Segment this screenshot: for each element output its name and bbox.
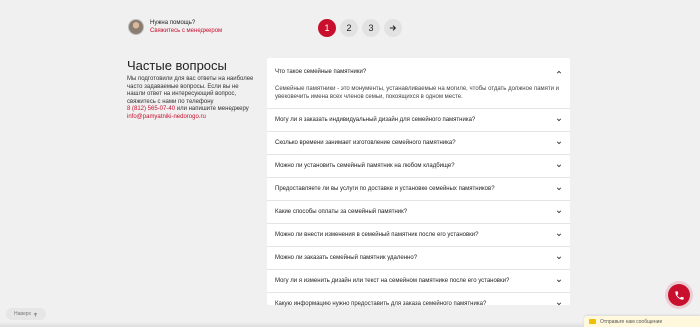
manager-avatar [128, 19, 144, 35]
chevron-down-icon [556, 302, 562, 306]
arrow-right-icon [389, 25, 397, 31]
faq-question-text: Можно ли установить семейный памятник на… [275, 163, 455, 169]
chevron-down-icon [556, 141, 562, 145]
help-text: Нужна помощь? Свяжитесь с менеджером [150, 19, 222, 35]
help-block: Нужна помощь? Свяжитесь с менеджером [128, 19, 222, 35]
phone-icon [674, 290, 684, 300]
email-link[interactable]: info@pamyatniki-nedorogo.ru [127, 114, 206, 120]
faq-item: Предоставляете ли вы услуги по доставке … [267, 178, 570, 201]
page-2-button[interactable]: 2 [340, 19, 358, 37]
faq-intro: Частые вопросы Мы подготовили для вас от… [127, 58, 257, 122]
faq-question-text: Могу ли я изменить дизайн или текст на с… [275, 278, 510, 284]
faq-question-text: Какую информацию нужно предоставить для … [275, 301, 487, 307]
chevron-down-icon [556, 233, 562, 237]
pagination: 1 2 3 [318, 19, 402, 37]
faq-or-text: или напишите менеджеру [175, 106, 249, 113]
faq-description: Мы подготовили для вас ответы на наиболе… [127, 76, 257, 122]
faq-item: Можно ли установить семейный памятник на… [267, 155, 570, 178]
faq-question[interactable]: Можно ли внести изменения в семейный пам… [275, 224, 562, 246]
back-to-top-label: Наверх [14, 311, 31, 317]
faq-question-text: Какие способы оплаты за семейный памятни… [275, 209, 408, 215]
faq-question[interactable]: Можно ли заказать семейный памятник удал… [275, 247, 562, 269]
faq-question-text: Можно ли заказать семейный памятник удал… [275, 255, 418, 261]
faq-question[interactable]: Сколько времени занимает изготовление се… [275, 132, 562, 154]
faq-question-text: Можно ли внести изменения в семейный пам… [275, 232, 479, 238]
faq-item: Можно ли заказать семейный памятник удал… [267, 247, 570, 270]
envelope-icon [589, 319, 596, 324]
arrow-up-icon [33, 312, 38, 316]
faq-title: Частые вопросы [127, 58, 227, 73]
faq-item: Сколько времени занимает изготовление се… [267, 132, 570, 155]
help-title: Нужна помощь? [150, 20, 196, 26]
faq-question[interactable]: Что такое семейные памятники? [275, 58, 562, 85]
faq-item: Могу ли я заказать индивидуальный дизайн… [267, 109, 570, 132]
chevron-down-icon [556, 164, 562, 168]
faq-answer: Семейные памятники - это монументы, уста… [275, 86, 560, 100]
faq-question-text: Предоставляете ли вы услуги по доставке … [275, 186, 495, 192]
next-page-button[interactable] [384, 19, 402, 37]
faq-question-text: Могу ли я заказать индивидуальный дизайн… [275, 117, 476, 123]
chevron-down-icon [556, 118, 562, 122]
call-button[interactable] [668, 284, 690, 306]
faq-question[interactable]: Какие способы оплаты за семейный памятни… [275, 201, 562, 223]
faq-item: Можно ли внести изменения в семейный пам… [267, 224, 570, 247]
contact-manager-link[interactable]: Свяжитесь с менеджером [150, 27, 222, 35]
chat-label: Отправьте нам сообщение [600, 318, 663, 325]
faq-question-text: Что такое семейные памятники? [275, 68, 367, 75]
faq-question[interactable]: Можно ли установить семейный памятник на… [275, 155, 562, 177]
chat-widget[interactable]: Отправьте нам сообщение [584, 316, 700, 327]
faq-item: Могу ли я изменить дизайн или текст на с… [267, 270, 570, 293]
page-3-button[interactable]: 3 [362, 19, 380, 37]
chevron-down-icon [556, 187, 562, 191]
phone-link[interactable]: 8 (812) 565-07-40 [127, 106, 175, 112]
faq-question-text: Сколько времени занимает изготовление се… [275, 140, 456, 146]
faq-accordion: Что такое семейные памятники? Семейные п… [267, 58, 570, 307]
faq-question[interactable]: Могу ли я изменить дизайн или текст на с… [275, 270, 562, 292]
faq-question[interactable]: Предоставляете ли вы услуги по доставке … [275, 178, 562, 200]
chevron-down-icon [556, 210, 562, 214]
faq-question[interactable]: Какую информацию нужно предоставить для … [275, 293, 562, 315]
back-to-top-button[interactable]: Наверх [6, 308, 46, 320]
faq-description-text: Мы подготовили для вас ответы на наиболе… [127, 76, 254, 105]
faq-item: Какие способы оплаты за семейный памятни… [267, 201, 570, 224]
faq-question[interactable]: Могу ли я заказать индивидуальный дизайн… [275, 109, 562, 131]
chevron-down-icon [556, 256, 562, 260]
chevron-up-icon [556, 70, 562, 73]
faq-item: Какую информацию нужно предоставить для … [267, 293, 570, 315]
faq-item: Что такое семейные памятники? Семейные п… [267, 58, 570, 109]
page-1-button[interactable]: 1 [318, 19, 336, 37]
chevron-down-icon [556, 279, 562, 283]
